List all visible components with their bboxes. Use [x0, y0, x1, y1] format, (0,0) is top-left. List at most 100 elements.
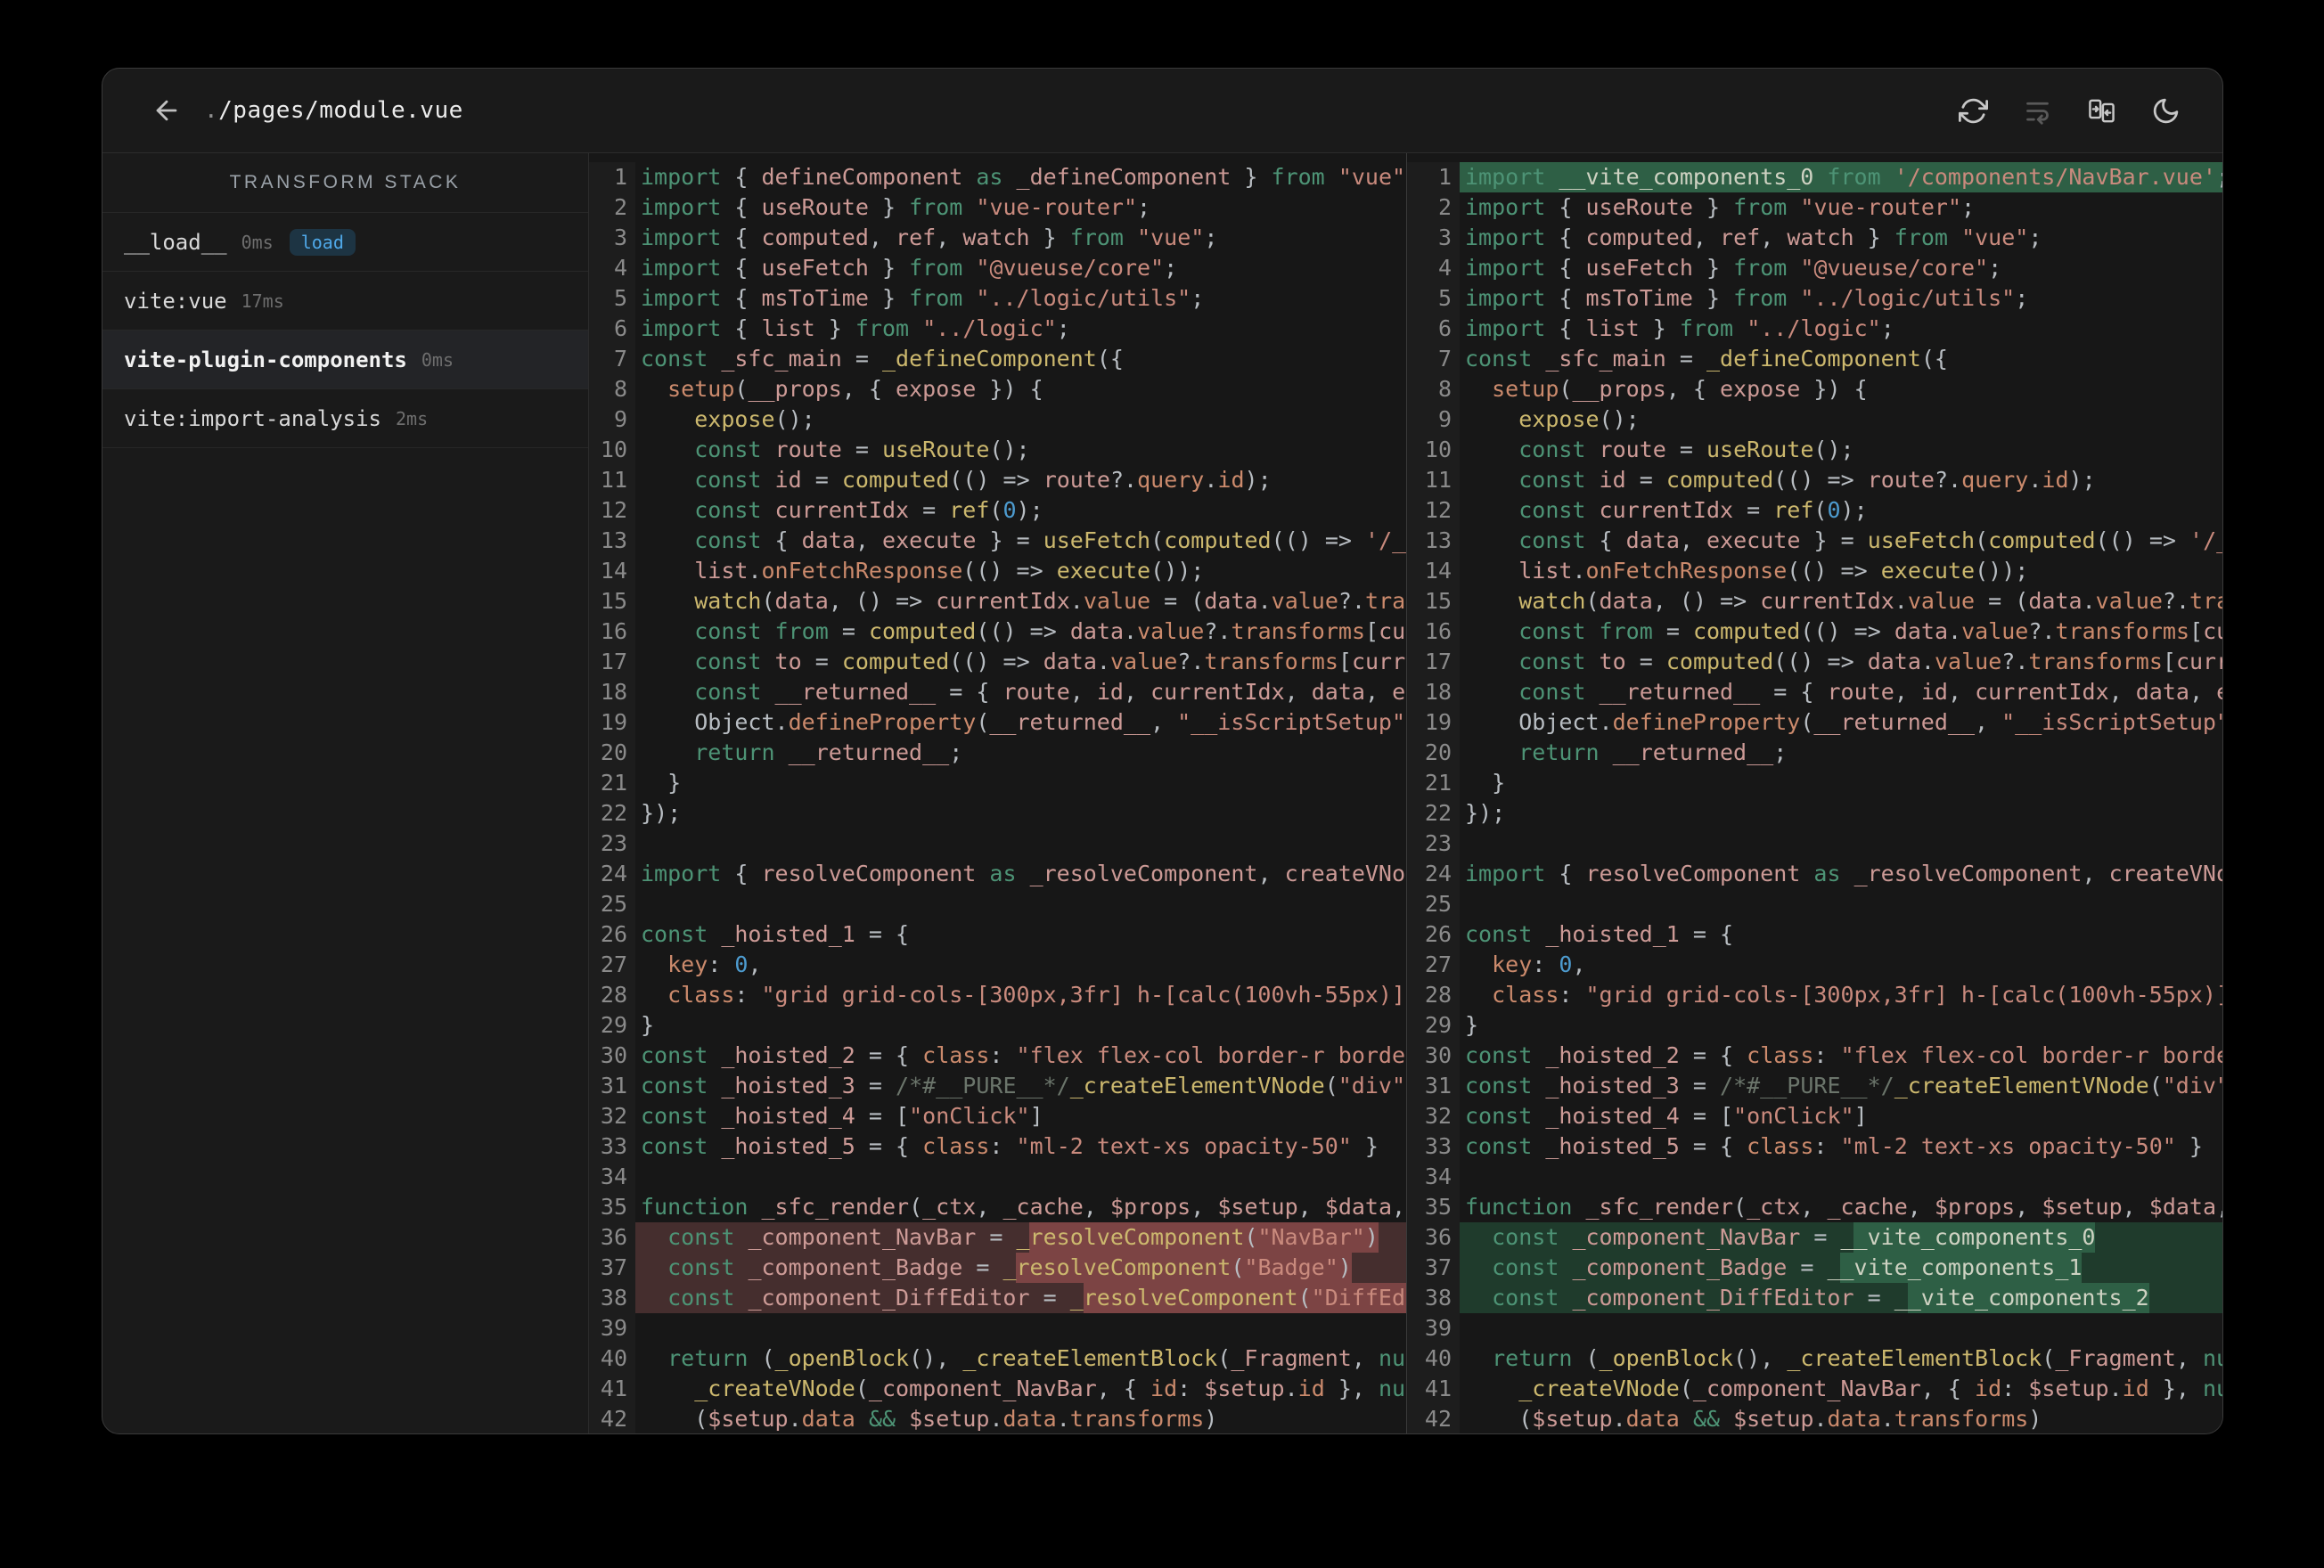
code-lines-after: 1 import __vite_components_0 from '/compo…: [1407, 153, 2223, 1433]
code-text: }: [641, 1012, 655, 1038]
diff-panel-before[interactable]: 1 import { defineComponent as _defineComp…: [589, 153, 1407, 1433]
code-content: const _hoisted_4 = ["onClick"]: [635, 1101, 1406, 1131]
code-text: const _component_Badge = _resolveCompone…: [667, 1254, 1352, 1280]
line-number: 2: [589, 192, 635, 223]
line-number: 21: [589, 768, 635, 798]
sidebar-item-vite-plugin-components[interactable]: vite-plugin-components 0ms: [102, 331, 588, 389]
code-line-after-25: 25: [1407, 889, 2222, 919]
code-text: });: [1465, 800, 1506, 826]
code-text: class: "grid grid-cols-[300px,3fr] h-[ca…: [1492, 982, 2223, 1008]
code-line-before-40: 40 return (_openBlock(), _createElementB…: [589, 1343, 1406, 1374]
code-content: }: [635, 768, 1406, 798]
code-line-after-28: 28 class: "grid grid-cols-[300px,3fr] h-…: [1407, 980, 2223, 1010]
code-content: const _sfc_main = _defineComponent({: [1460, 344, 2222, 374]
code-line-after-10: 10 const route = useRoute();: [1407, 435, 2222, 465]
code-content: function _sfc_render(_ctx, _cache, $prop…: [1460, 1192, 2222, 1222]
code-text: const __returned__ = { route, id, curren…: [694, 679, 1406, 705]
code-line-before-23: 23: [589, 829, 1406, 859]
back-button[interactable]: [149, 93, 184, 128]
line-number: 35: [1407, 1192, 1460, 1222]
line-wrap-icon[interactable]: [2022, 95, 2052, 126]
code-line-before-5: 5 import { msToTime } from "../logic/util…: [589, 283, 1406, 314]
code-content: class: "grid grid-cols-[300px,3fr] h-[ca…: [1460, 980, 2223, 1010]
sidebar-item-vite-import-analysis[interactable]: vite:import-analysis 2ms: [102, 389, 588, 448]
code-text: import { useRoute } from "vue-router";: [1465, 194, 1976, 220]
code-line-before-26: 26 const _hoisted_1 = {: [589, 919, 1406, 950]
code-content: expose();: [1460, 404, 2222, 435]
line-number: 13: [1407, 526, 1460, 556]
code-content: });: [1460, 798, 2222, 829]
line-number: 7: [589, 344, 635, 374]
line-number: 21: [1407, 768, 1460, 798]
code-content: const _hoisted_2 = { class: "flex flex-c…: [635, 1041, 1406, 1071]
line-number: 32: [1407, 1101, 1460, 1131]
plugin-time: 0ms: [241, 231, 274, 253]
line-number: 5: [589, 283, 635, 314]
code-line-after-1: 1 import __vite_components_0 from '/compo…: [1407, 162, 2222, 192]
code-line-before-39: 39: [589, 1313, 1406, 1343]
code-content: const _hoisted_3 = /*#__PURE__*/_createE…: [635, 1071, 1406, 1101]
line-number: 25: [1407, 889, 1460, 919]
line-number: 19: [589, 707, 635, 738]
line-number: 37: [1407, 1253, 1460, 1283]
code-text: const _hoisted_5 = { class: "ml-2 text-x…: [641, 1133, 1379, 1159]
diff-panel-after[interactable]: 1 import __vite_components_0 from '/compo…: [1407, 153, 2223, 1433]
code-line-after-14: 14 list.onFetchResponse(() => execute())…: [1407, 556, 2222, 586]
code-line-before-33: 33 const _hoisted_5 = { class: "ml-2 text…: [589, 1131, 1406, 1162]
code-line-after-13: 13 const { data, execute } = useFetch(co…: [1407, 526, 2222, 556]
plugin-name: vite-plugin-components: [124, 347, 407, 372]
code-text: const route = useRoute();: [1518, 437, 1854, 462]
sidebar-items: __load__ 0ms load vite:vue 17ms vite-plugin-c…: [102, 213, 588, 448]
code-text: function _sfc_render(_ctx, _cache, $prop…: [641, 1194, 1406, 1220]
code-text: function _sfc_render(_ctx, _cache, $prop…: [1465, 1194, 2222, 1220]
line-number: 17: [1407, 647, 1460, 677]
line-number: 41: [1407, 1374, 1460, 1404]
sidebar-item-vite-vue[interactable]: vite:vue 17ms: [102, 272, 588, 331]
code-content: _createVNode(_component_NavBar, { id: $s…: [635, 1374, 1406, 1404]
code-line-before-29: 29}: [589, 1010, 1406, 1041]
code-content: const _component_DiffEditor = __vite_com…: [1460, 1283, 2222, 1313]
sidebar-header: TRANSFORM STACK: [102, 153, 588, 213]
line-number: 10: [1407, 435, 1460, 465]
code-line-before-34: 34: [589, 1162, 1406, 1192]
code-line-before-38: 38 const _component_DiffEditor = _resolv…: [589, 1283, 1406, 1313]
code-line-before-13: 13 const { data, execute } = useFetch(co…: [589, 526, 1406, 556]
code-text: });: [641, 800, 682, 826]
code-text: const _sfc_main = _defineComponent({: [641, 346, 1124, 372]
code-text: import { resolveComponent as _resolveCom…: [1465, 861, 2222, 886]
code-text: ($setup.data && $setup.data.transforms): [1518, 1406, 2042, 1432]
code-line-before-2: 2 import { useRoute } from "vue-router";: [589, 192, 1406, 223]
sidebar-item--load-[interactable]: __load__ 0ms load: [102, 213, 588, 272]
code-content: const _sfc_main = _defineComponent({: [635, 344, 1406, 374]
code-content: expose();: [635, 404, 1406, 435]
code-text: import { msToTime } from "../logic/utils…: [641, 285, 1205, 311]
code-content: ($setup.data && $setup.data.transforms): [1460, 1404, 2222, 1433]
code-content: ($setup.data && $setup.data.transforms): [635, 1404, 1406, 1433]
line-number: 22: [1407, 798, 1460, 829]
code-text: const _component_Badge = __vite_componen…: [1492, 1254, 2083, 1280]
side-by-side-diff-icon[interactable]: [2086, 95, 2116, 126]
code-content: [1460, 1313, 2222, 1343]
code-line-before-24: 24 import { resolveComponent as _resolveC…: [589, 859, 1406, 889]
dark-mode-moon-icon[interactable]: [2150, 95, 2181, 126]
code-line-after-21: 21 }: [1407, 768, 2222, 798]
top-bar: ./pages/module.vue: [102, 69, 2222, 153]
code-line-after-7: 7 const _sfc_main = _defineComponent({: [1407, 344, 2222, 374]
title-dot: .: [204, 97, 219, 124]
code-content: const _hoisted_2 = { class: "flex flex-c…: [1460, 1041, 2222, 1071]
code-content: _createVNode(_component_NavBar, { id: $s…: [1460, 1374, 2222, 1404]
line-number: 20: [589, 738, 635, 768]
line-number: 1: [589, 162, 635, 192]
code-content: return __returned__;: [635, 738, 1406, 768]
code-line-after-35: 35 function _sfc_render(_ctx, _cache, $pr…: [1407, 1192, 2222, 1222]
code-line-after-12: 12 const currentIdx = ref(0);: [1407, 495, 2222, 526]
code-line-after-38: 38 const _component_DiffEditor = __vite_…: [1407, 1283, 2222, 1313]
title-path: /pages/module.vue: [218, 97, 463, 124]
line-number: 32: [589, 1101, 635, 1131]
code-line-after-2: 2 import { useRoute } from "vue-router";: [1407, 192, 2222, 223]
code-line-before-32: 32 const _hoisted_4 = ["onClick"]: [589, 1101, 1406, 1131]
refresh-icon[interactable]: [1958, 95, 1988, 126]
code-text: const _hoisted_3 = /*#__PURE__*/_createE…: [641, 1073, 1406, 1098]
code-content: import { list } from "../logic";: [635, 314, 1406, 344]
line-number: 33: [1407, 1131, 1460, 1162]
